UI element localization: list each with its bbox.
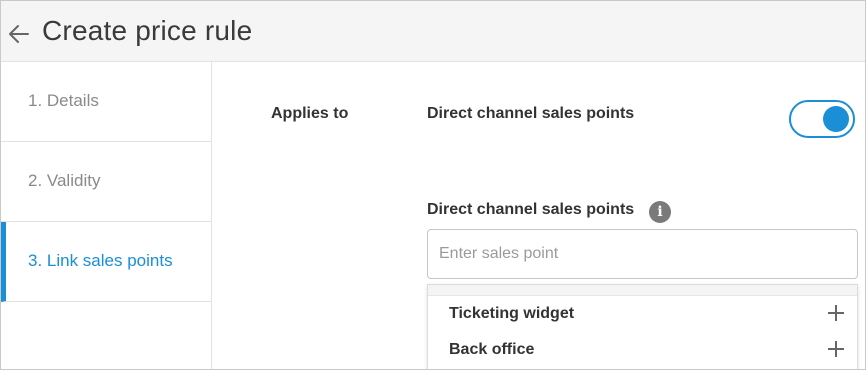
steps-sidebar: 1. Details 2. Validity 3. Link sales poi… (1, 62, 212, 369)
applies-to-label: Applies to (271, 105, 349, 122)
sales-point-search-input[interactable] (427, 229, 858, 279)
dropdown-divider (428, 285, 857, 296)
page-title: Create price rule (42, 15, 253, 46)
option-ticketing-widget[interactable]: Ticketing widget (428, 296, 857, 332)
plus-icon[interactable] (827, 340, 845, 358)
plus-icon[interactable] (827, 304, 845, 322)
sales-point-dropdown: Ticketing widget Back office (427, 284, 858, 369)
back-arrow-icon[interactable] (7, 22, 31, 46)
app-frame: Create price rule 1. Details 2. Validity… (0, 0, 866, 370)
main-panel: Applies to Direct channel sales points D… (212, 62, 865, 369)
page-header: Create price rule (1, 1, 865, 62)
direct-channel-toggle[interactable] (789, 100, 855, 138)
step-link-sales-points[interactable]: 3. Link sales points (1, 222, 211, 302)
step-label: 2. Validity (28, 171, 101, 190)
step-details[interactable]: 1. Details (1, 62, 211, 142)
step-validity[interactable]: 2. Validity (1, 142, 211, 222)
option-label: Ticketing widget (449, 305, 575, 322)
option-label: Back office (449, 341, 535, 358)
info-icon[interactable]: i (649, 201, 671, 223)
sales-points-field-label: Direct channel sales points (427, 201, 635, 218)
toggle-label: Direct channel sales points (427, 105, 635, 122)
step-label: 1. Details (28, 91, 99, 110)
step-label: 3. Link sales points (28, 251, 173, 270)
option-back-office[interactable]: Back office (428, 332, 857, 368)
toggle-knob (823, 106, 849, 132)
